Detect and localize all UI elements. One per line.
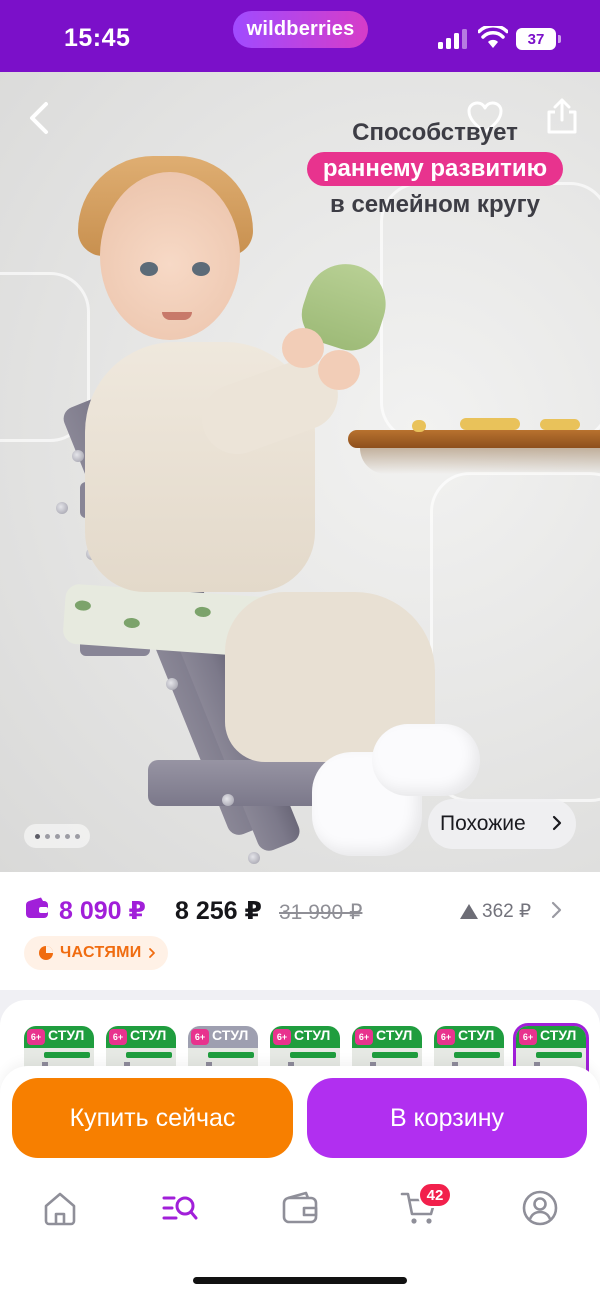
home-icon[interactable]	[40, 1188, 80, 1228]
table-shadow	[360, 448, 600, 474]
installments-label: ЧАСТЯМИ	[60, 944, 142, 961]
gallery-pagination[interactable]	[24, 824, 90, 848]
variant-title: СТУЛ	[48, 1027, 85, 1043]
chair-bolt	[166, 678, 178, 690]
add-to-cart-button[interactable]: В корзину	[307, 1078, 587, 1158]
variant-age-badge: 6+	[191, 1029, 209, 1045]
chevron-right-icon	[148, 948, 155, 958]
old-price: 31 990 ₽	[279, 901, 363, 924]
price-history[interactable]: 362 ₽	[460, 900, 531, 923]
catalog-search-icon[interactable]	[160, 1188, 200, 1228]
brand-label: wildberries	[246, 18, 355, 40]
variant-subtitle-bar	[290, 1052, 336, 1058]
status-time: 15:45	[64, 24, 131, 52]
chair-bolt	[56, 502, 68, 514]
variant-title: СТУЛ	[458, 1027, 495, 1043]
pagination-dot	[34, 833, 40, 839]
pagination-dot	[54, 833, 60, 839]
price-history-value: 362 ₽	[482, 901, 532, 922]
status-bar: 15:45 wildberries 37	[0, 0, 600, 72]
variant-title: СТУЛ	[212, 1027, 249, 1043]
variant-age-badge: 6+	[355, 1029, 373, 1045]
back-icon[interactable]	[20, 96, 60, 140]
table	[348, 430, 600, 448]
installments-button[interactable]: ЧАСТЯМИ	[24, 936, 168, 970]
pie-chart-icon	[39, 946, 53, 960]
chair-bolt	[72, 450, 84, 462]
chair-bolt	[222, 794, 234, 806]
variant-age-badge: 6+	[273, 1029, 291, 1045]
snack	[540, 419, 580, 430]
product-gallery[interactable]: Способствует раннему развитию в семейном…	[0, 72, 600, 872]
brand-logo[interactable]: wildberries	[233, 11, 368, 48]
promo-highlight: раннему развитию	[306, 152, 564, 186]
variant-age-badge: 6+	[519, 1029, 537, 1045]
variant-title: СТУЛ	[130, 1027, 167, 1043]
chair-bolt	[248, 852, 260, 864]
cellular-signal-icon	[438, 29, 467, 49]
snack	[412, 420, 426, 432]
variant-title: СТУЛ	[376, 1027, 413, 1043]
chevron-right-icon[interactable]	[550, 900, 564, 920]
variant-subtitle-bar	[208, 1052, 254, 1058]
child-eye	[192, 262, 210, 276]
wallet-icon[interactable]	[280, 1188, 320, 1228]
variant-subtitle-bar	[536, 1052, 582, 1058]
similar-label: Похожие	[440, 812, 526, 835]
variant-subtitle-bar	[454, 1052, 500, 1058]
pagination-dot	[74, 833, 80, 839]
battery-level: 37	[527, 30, 545, 48]
snack	[460, 418, 520, 430]
pagination-dot	[44, 833, 50, 839]
regular-price: 8 256 ₽	[175, 897, 262, 925]
child-mouth	[162, 312, 192, 320]
cart-badge: 42	[418, 1182, 452, 1208]
promo-line-1: Способствует	[352, 119, 518, 146]
battery-icon: 37	[516, 28, 562, 50]
variant-title: СТУЛ	[294, 1027, 331, 1043]
variant-subtitle-bar	[126, 1052, 172, 1058]
child-hand	[282, 328, 324, 368]
variant-subtitle-bar	[44, 1052, 90, 1058]
child-eye	[140, 262, 158, 276]
child-hand	[318, 350, 360, 390]
wifi-icon	[478, 26, 508, 48]
similar-button[interactable]: Похожие	[428, 799, 576, 849]
promo-text: Способствует раннему развитию в семейном…	[280, 116, 590, 222]
price-up-icon	[460, 904, 478, 919]
profile-icon[interactable]	[520, 1188, 560, 1228]
buy-now-label: Купить сейчас	[69, 1103, 236, 1132]
variant-age-badge: 6+	[437, 1029, 455, 1045]
buy-now-button[interactable]: Купить сейчас	[12, 1078, 293, 1158]
cart-count: 42	[426, 1186, 444, 1204]
promo-line-2: в семейном кругу	[330, 191, 540, 218]
add-to-cart-label: В корзину	[389, 1103, 505, 1132]
home-indicator	[193, 1277, 407, 1284]
wallet-price: 8 090 ₽	[59, 897, 146, 925]
wallet-icon	[26, 897, 48, 918]
price-card: 8 090 ₽ 8 256 ₽ 31 990 ₽ 362 ₽ ЧАСТЯМИ	[0, 872, 600, 990]
child-sock	[372, 724, 480, 796]
pagination-dot	[64, 833, 70, 839]
variant-age-badge: 6+	[109, 1029, 127, 1045]
chevron-right-icon	[552, 815, 562, 831]
variant-subtitle-bar	[372, 1052, 418, 1058]
variant-title: СТУЛ	[540, 1027, 577, 1043]
variant-age-badge: 6+	[27, 1029, 45, 1045]
